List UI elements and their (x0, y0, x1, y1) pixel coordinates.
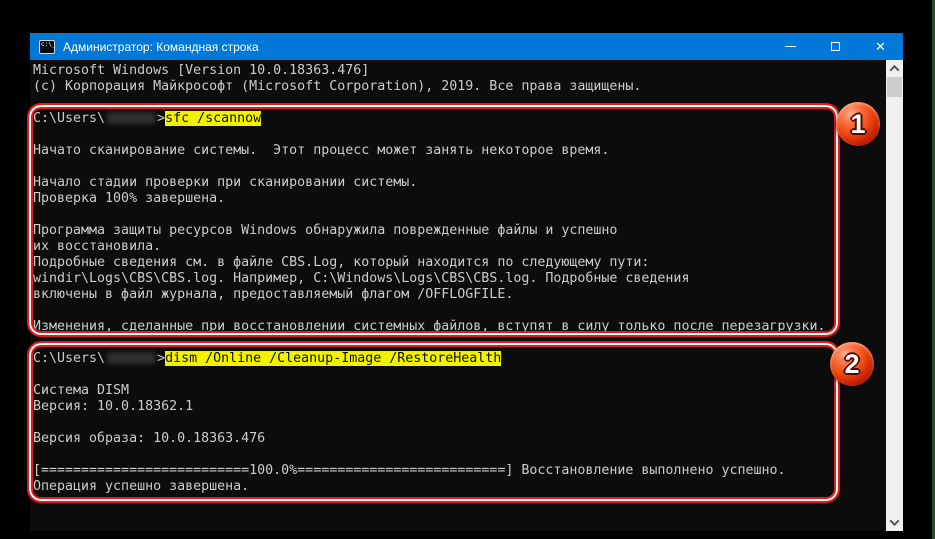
scroll-up-button[interactable] (886, 60, 903, 77)
scroll-down-button[interactable] (886, 514, 903, 531)
vertical-scrollbar[interactable] (886, 60, 903, 531)
close-button[interactable]: ✕ (858, 33, 903, 60)
annotation-box-dism (27, 341, 840, 503)
console-line: Microsoft Windows [Version 10.0.18363.47… (33, 63, 826, 79)
badge-number: 1 (850, 109, 865, 140)
window-title: Администратор: Командная строка (63, 40, 259, 54)
console-line: (c) Корпорация Майкрософт (Microsoft Cor… (33, 79, 826, 95)
titlebar[interactable]: c:\_ Администратор: Командная строка ✕ (30, 33, 903, 60)
maximize-icon (831, 42, 840, 51)
annotation-box-sfc (27, 103, 840, 337)
chevron-down-icon (890, 516, 900, 526)
annotation-badge-2: 2 (830, 342, 874, 386)
badge-number: 2 (844, 349, 859, 380)
scrollbar-thumb[interactable] (887, 77, 902, 97)
close-icon: ✕ (875, 40, 886, 53)
window-controls: ✕ (768, 33, 903, 60)
maximize-button[interactable] (813, 33, 858, 60)
minimize-button[interactable] (768, 33, 813, 60)
cmd-app-icon[interactable]: c:\_ (39, 40, 55, 54)
minimize-icon (785, 46, 796, 47)
annotation-badge-1: 1 (836, 102, 880, 146)
chevron-up-icon (890, 65, 900, 75)
